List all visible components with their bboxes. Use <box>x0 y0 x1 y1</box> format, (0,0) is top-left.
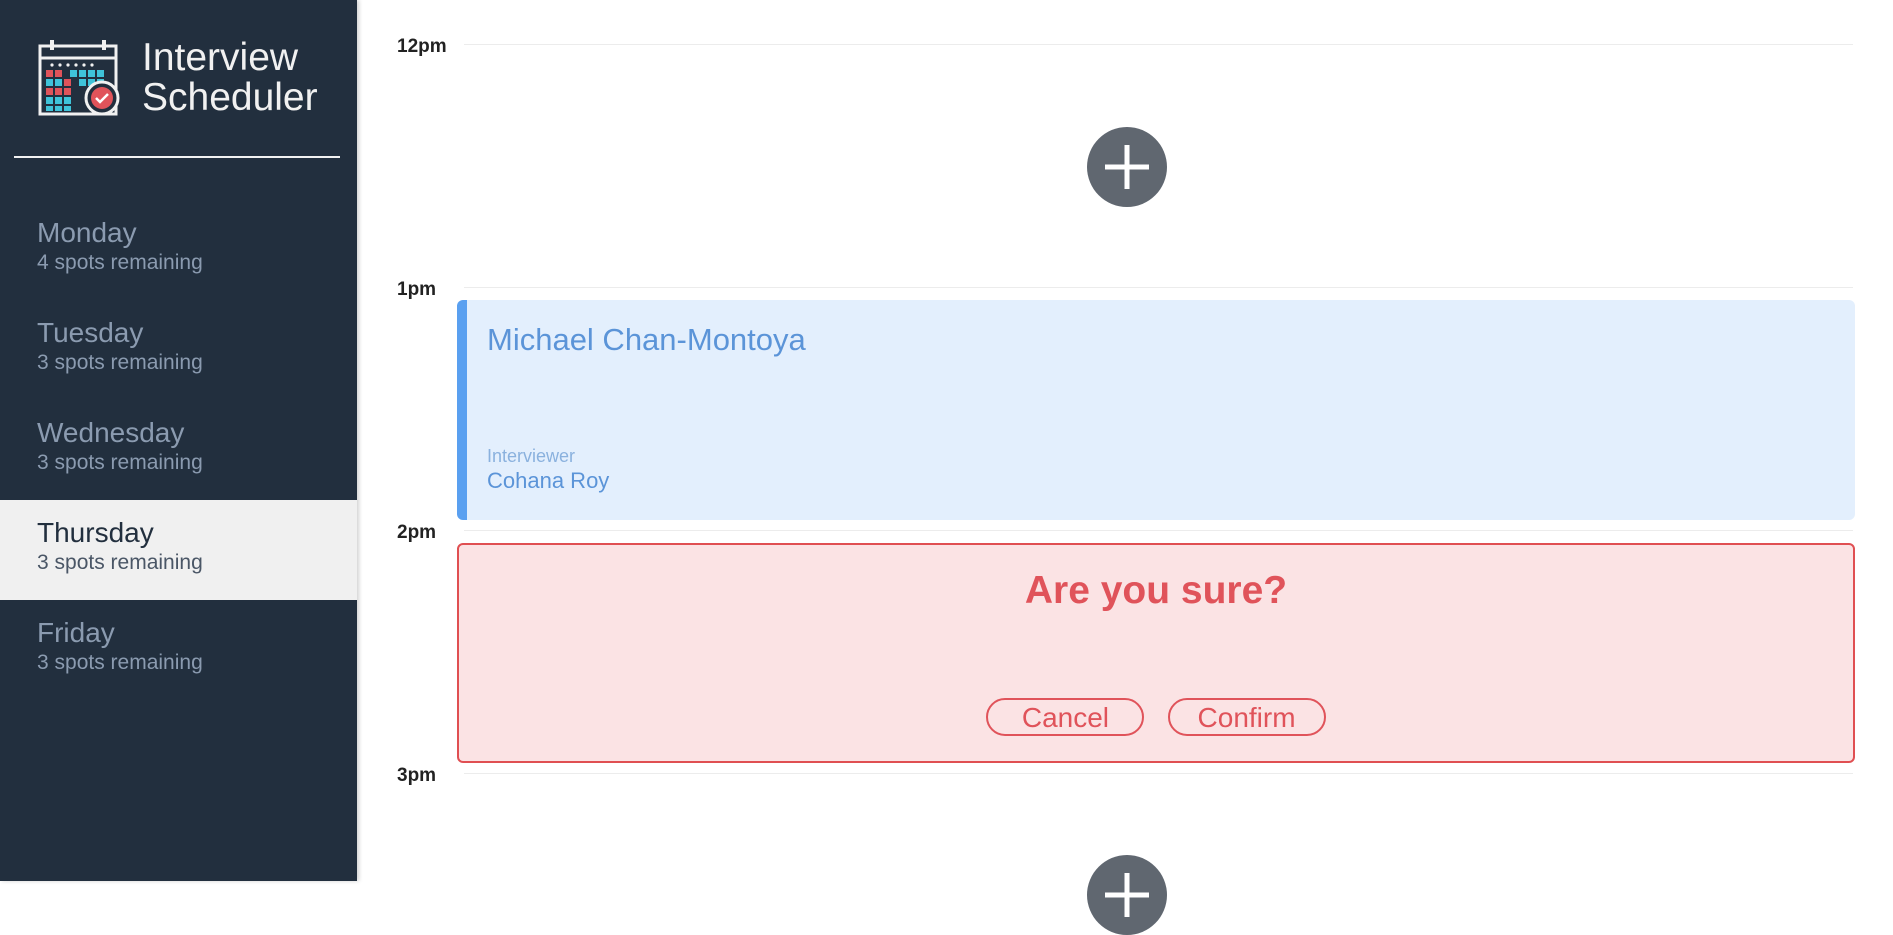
day-name: Wednesday <box>37 417 185 448</box>
day-spots: 3 spots remaining <box>37 551 203 574</box>
day-spots: 3 spots remaining <box>37 451 203 474</box>
time-divider <box>464 773 1853 774</box>
app-title-line1: Interview <box>142 36 299 79</box>
day-list: Monday 4 spots remaining Tuesday 3 spots… <box>0 200 357 700</box>
day-name: Thursday <box>37 517 154 548</box>
day-item-friday[interactable]: Friday 3 spots remaining <box>0 600 357 700</box>
confirm-actions: Cancel Confirm <box>459 698 1853 736</box>
day-item-tuesday[interactable]: Tuesday 3 spots remaining <box>0 300 357 400</box>
day-spots: 4 spots remaining <box>37 251 203 274</box>
time-label-1pm: 1pm <box>397 279 437 300</box>
day-name: Friday <box>37 617 115 648</box>
day-name: Tuesday <box>37 317 144 348</box>
time-divider <box>464 530 1853 531</box>
confirm-button[interactable]: Confirm <box>1167 698 1326 736</box>
day-spots: 3 spots remaining <box>37 651 203 674</box>
cancel-button[interactable]: Cancel <box>986 698 1145 736</box>
confirm-delete-panel: Are you sure? Cancel Confirm <box>457 543 1855 763</box>
day-spots: 3 spots remaining <box>37 351 203 374</box>
app-title: Interview Scheduler <box>142 38 318 118</box>
interviewer-name: Cohana Roy <box>487 468 610 493</box>
student-name: Michael Chan-Montoya <box>487 322 806 357</box>
day-item-monday[interactable]: Monday 4 spots remaining <box>0 200 357 300</box>
plus-icon <box>1105 873 1149 917</box>
add-appointment-button[interactable] <box>1087 127 1167 207</box>
confirm-message: Are you sure? <box>1024 569 1288 612</box>
calendar-check-icon <box>38 40 120 116</box>
plus-icon <box>1105 145 1149 189</box>
interviewer-label: Interviewer <box>487 446 576 466</box>
time-label-12pm: 12pm <box>397 36 447 57</box>
time-label-3pm: 3pm <box>397 765 437 786</box>
sidebar-divider <box>14 156 340 158</box>
add-appointment-button[interactable] <box>1087 855 1167 935</box>
time-label-2pm: 2pm <box>397 522 437 543</box>
app-title-line2: Scheduler <box>142 76 318 119</box>
booked-appointment[interactable]: Michael Chan-Montoya Interviewer Cohana … <box>457 300 1855 520</box>
schedule: 12pm 1pm Michael Chan-Montoya Interviewe… <box>357 0 1893 935</box>
day-item-wednesday[interactable]: Wednesday 3 spots remaining <box>0 400 357 500</box>
day-item-thursday[interactable]: Thursday 3 spots remaining <box>0 500 357 600</box>
day-name: Monday <box>37 217 137 248</box>
sidebar: Interview Scheduler Monday 4 spots remai… <box>0 0 357 881</box>
brand: Interview Scheduler <box>38 36 338 122</box>
time-divider <box>464 287 1853 288</box>
time-divider <box>464 44 1853 45</box>
